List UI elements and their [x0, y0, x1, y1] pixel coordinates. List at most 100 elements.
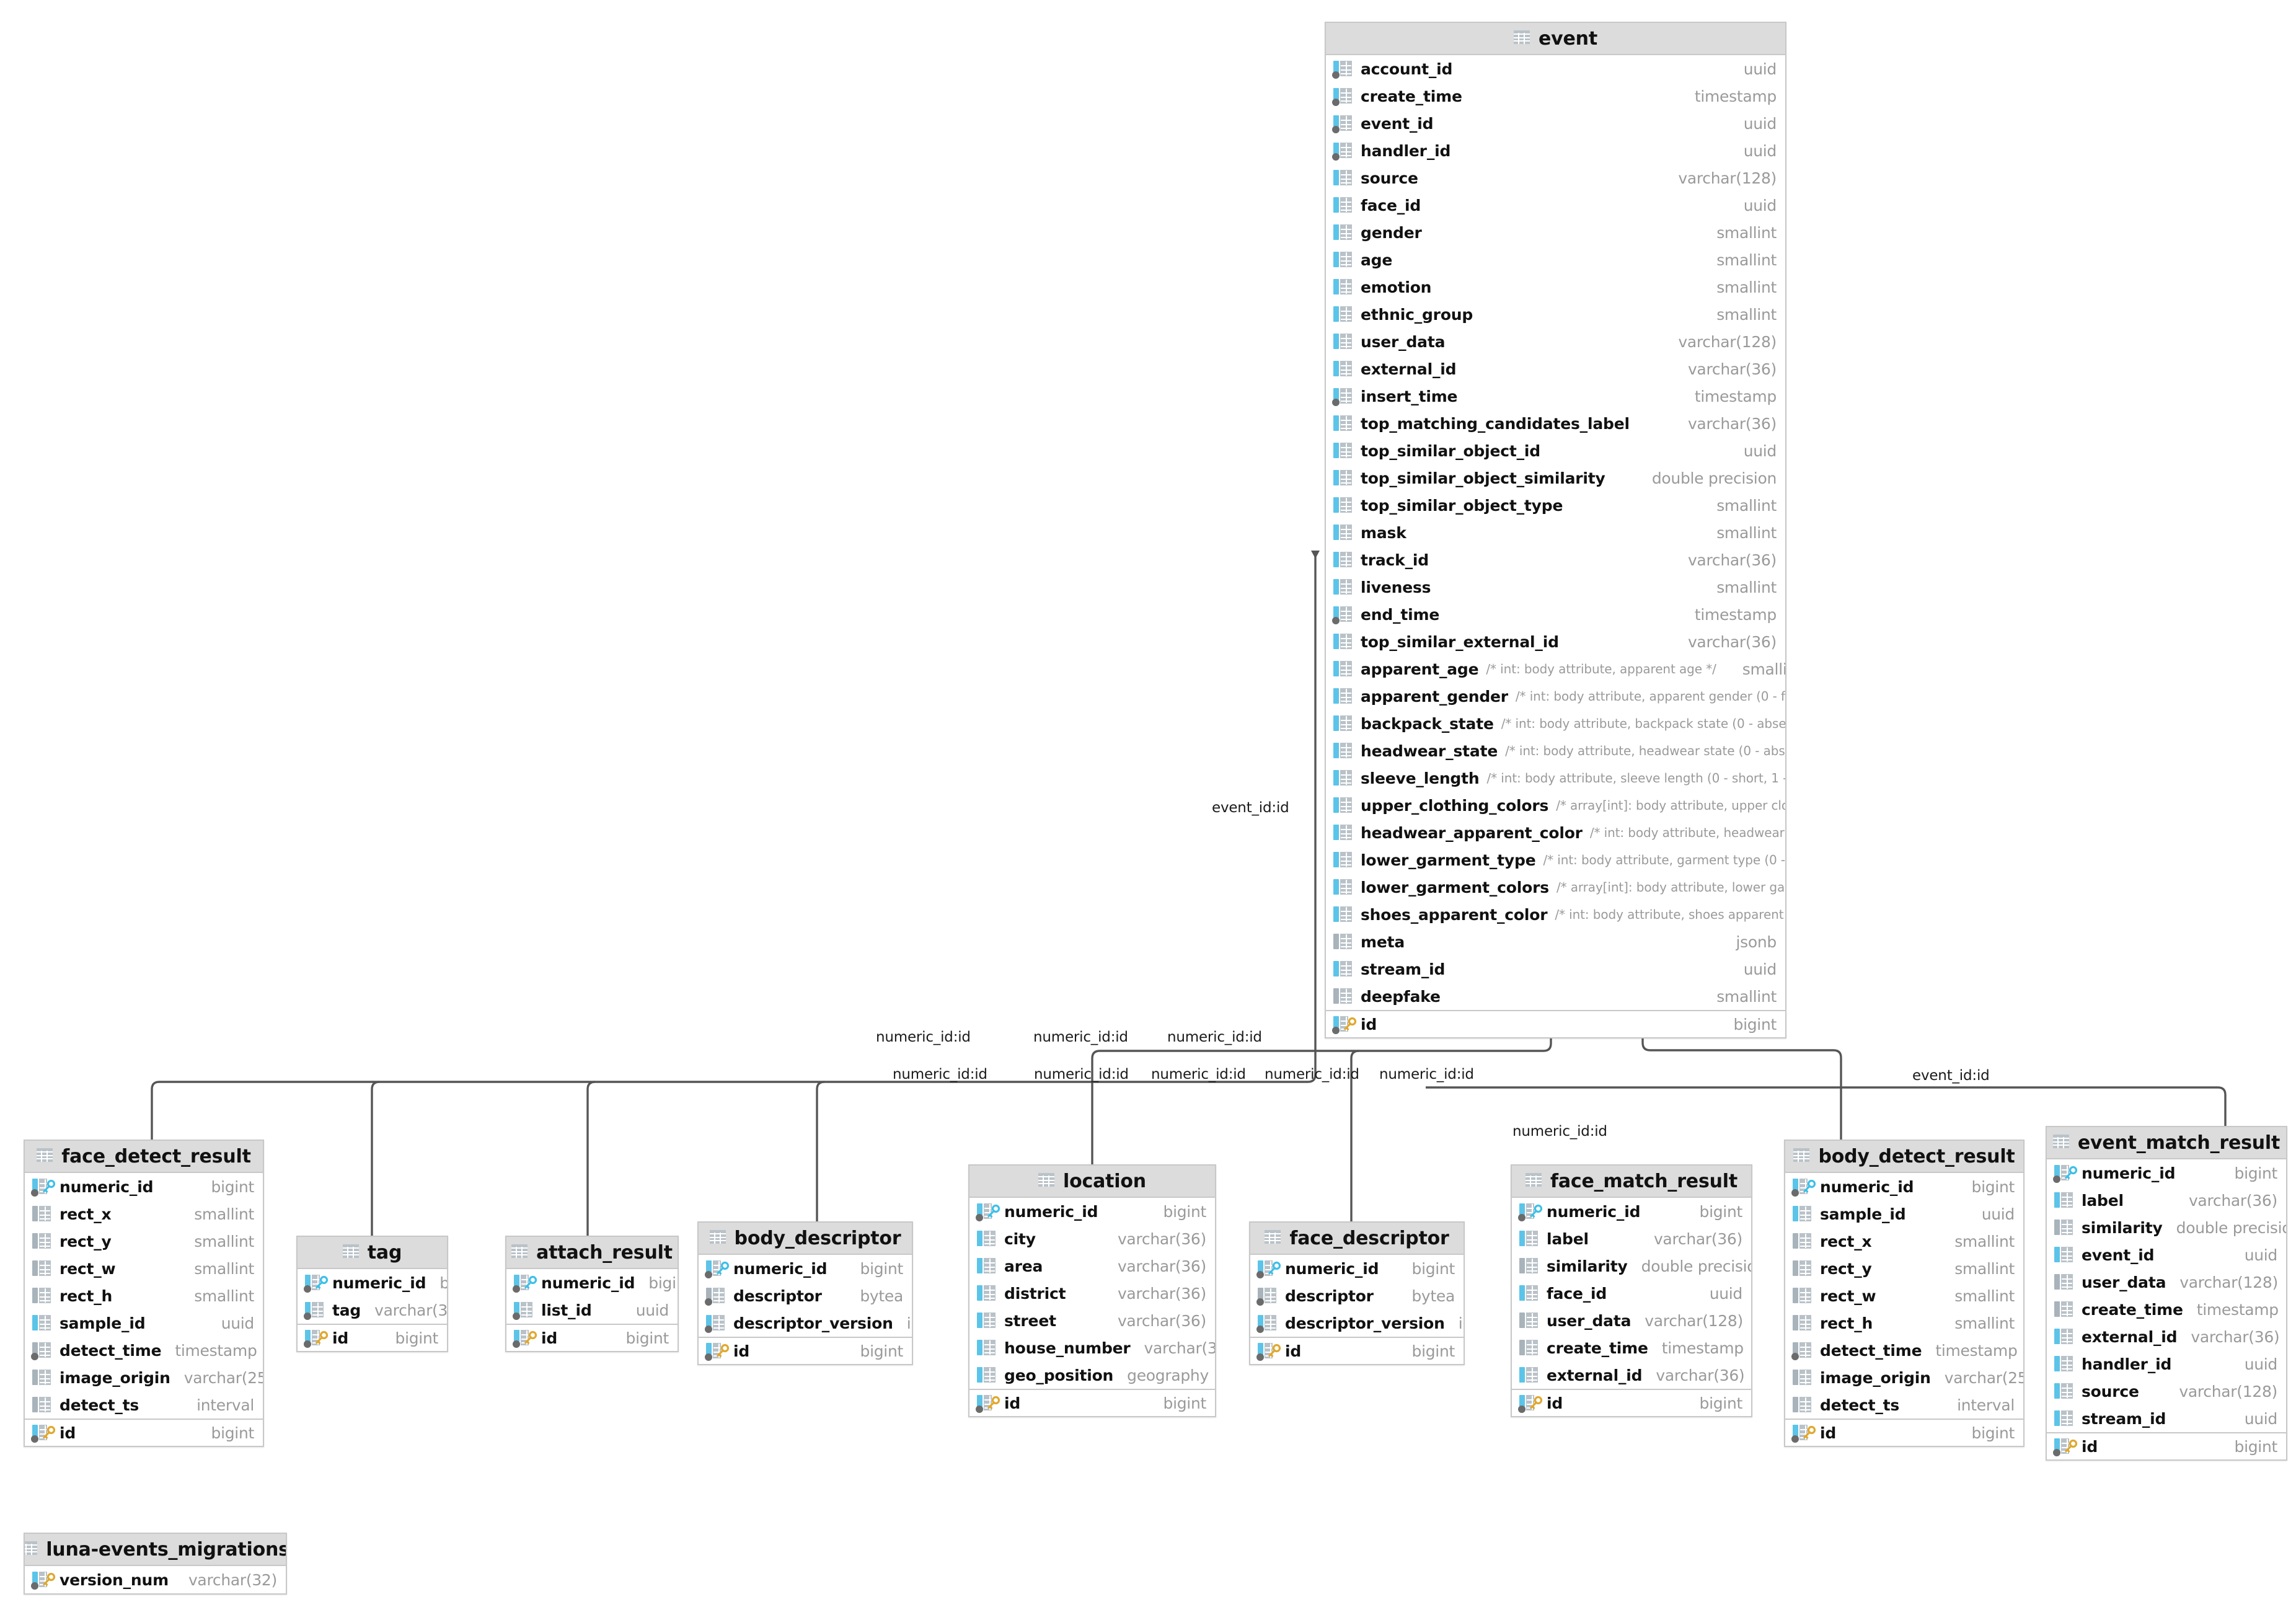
- table-face_descriptor[interactable]: face_descriptor numeric_id bigint descripto…: [1249, 1221, 1465, 1365]
- table-tag[interactable]: tagnumeric_idbiginttagvarchar(36)idbigin…: [296, 1236, 448, 1352]
- column-row-user_data[interactable]: user_data varchar(128): [1326, 328, 1785, 355]
- column-row-detect_ts[interactable]: detect_ts interval: [1785, 1391, 2023, 1419]
- column-row-rect_h[interactable]: rect_h smallint: [1785, 1309, 2023, 1337]
- column-row-rect_y[interactable]: rect_y smallint: [1785, 1255, 2023, 1282]
- table-attach_result[interactable]: attach_resultnumeric_idbigintlist_iduuid…: [505, 1236, 679, 1352]
- column-row-create_time[interactable]: create_time timestamp: [1326, 82, 1785, 110]
- column-row-numeric_id[interactable]: numeric_idbigint: [2047, 1159, 2286, 1187]
- column-row-face_id[interactable]: face_id uuid: [1326, 192, 1785, 219]
- column-row-event_id[interactable]: event_id uuid: [2047, 1241, 2286, 1268]
- column-row-headwear_state[interactable]: headwear_state /* int: body attribute, he…: [1326, 737, 1785, 764]
- table-header-location[interactable]: location: [969, 1166, 1215, 1198]
- column-row-account_id[interactable]: account_id uuid: [1326, 55, 1785, 82]
- column-row-insert_time[interactable]: insert_time timestamp: [1326, 383, 1785, 410]
- column-row-deepfake[interactable]: deepfake smallint: [1326, 983, 1785, 1010]
- column-row-numeric_id[interactable]: numeric_idbigint: [1250, 1255, 1464, 1282]
- table-header-attach_result[interactable]: attach_result: [506, 1237, 678, 1269]
- column-row-image_origin[interactable]: image_origin varchar(256): [25, 1364, 263, 1391]
- column-row-top_similar_object_type[interactable]: top_similar_object_type smallint: [1326, 492, 1785, 519]
- column-row-detect_time[interactable]: detect_time timestamp: [1785, 1337, 2023, 1364]
- column-row-rect_x[interactable]: rect_x smallint: [1785, 1228, 2023, 1255]
- column-row-age[interactable]: age smallint: [1326, 246, 1785, 273]
- table-header-event[interactable]: event: [1326, 23, 1785, 55]
- column-row-id[interactable]: id bigint: [2047, 1432, 2286, 1459]
- column-row-id[interactable]: id bigint: [1512, 1389, 1751, 1416]
- column-row-meta[interactable]: meta jsonb: [1326, 928, 1785, 955]
- table-event[interactable]: event account_id uuid create_time timestamp e…: [1325, 22, 1786, 1038]
- column-row-top_similar_object_id[interactable]: top_similar_object_id uuid: [1326, 437, 1785, 464]
- column-row-apparent_age[interactable]: apparent_age /* int: body attribute, appa…: [1326, 655, 1785, 683]
- column-row-id[interactable]: id bigint: [1785, 1419, 2023, 1446]
- column-row-user_data[interactable]: user_data varchar(128): [1512, 1307, 1751, 1334]
- column-row-numeric_id[interactable]: numeric_idbigint: [1785, 1173, 2023, 1200]
- column-row-numeric_id[interactable]: numeric_idbigint: [25, 1173, 263, 1200]
- column-row-face_id[interactable]: face_id uuid: [1512, 1280, 1751, 1307]
- column-row-track_id[interactable]: track_id varchar(36): [1326, 546, 1785, 573]
- column-row-area[interactable]: area varchar(36): [969, 1252, 1215, 1280]
- column-row-source[interactable]: source varchar(128): [2047, 1378, 2286, 1405]
- column-row-sample_id[interactable]: sample_id uuid: [1785, 1200, 2023, 1228]
- column-row-top_matching_candidates_label[interactable]: top_matching_candidates_label varchar(36): [1326, 410, 1785, 437]
- column-row-headwear_apparent_color[interactable]: headwear_apparent_color /* int: body attr…: [1326, 819, 1785, 846]
- column-row-gender[interactable]: gender smallint: [1326, 219, 1785, 246]
- table-face_match_result[interactable]: face_match_result numeric_id bigint label va…: [1511, 1164, 1752, 1417]
- column-row-upper_clothing_colors[interactable]: upper_clothing_colors /* array[int]: body…: [1326, 792, 1785, 819]
- column-row-numeric_id[interactable]: numeric_idbigint: [699, 1255, 912, 1282]
- column-row-similarity[interactable]: similarity double precision: [2047, 1214, 2286, 1241]
- table-body_detect_result[interactable]: body_detect_result numeric_id bigint sample…: [1784, 1140, 2024, 1447]
- column-row-descriptor[interactable]: descriptor bytea: [699, 1282, 912, 1309]
- column-row-backpack_state[interactable]: backpack_state /* int: body attribute, ba…: [1326, 710, 1785, 737]
- table-face_detect_result[interactable]: face_detect_result numeric_id bigint rect_x…: [24, 1140, 264, 1447]
- column-row-source[interactable]: source varchar(128): [1326, 164, 1785, 192]
- column-row-rect_x[interactable]: rect_x smallint: [25, 1200, 263, 1228]
- column-row-city[interactable]: city varchar(36): [969, 1225, 1215, 1252]
- column-row-apparent_gender[interactable]: apparent_gender /* int: body attribute, a…: [1326, 683, 1785, 710]
- table-header-face_match_result[interactable]: face_match_result: [1512, 1166, 1751, 1198]
- column-row-external_id[interactable]: external_id varchar(36): [1326, 355, 1785, 383]
- table-header-tag[interactable]: tag: [298, 1237, 447, 1269]
- column-row-descriptor[interactable]: descriptor bytea: [1250, 1282, 1464, 1309]
- column-row-rect_y[interactable]: rect_y smallint: [25, 1228, 263, 1255]
- column-row-external_id[interactable]: external_id varchar(36): [2047, 1323, 2286, 1350]
- table-luna_events_migrations[interactable]: luna-events_migrations version_num varchar…: [24, 1533, 287, 1595]
- column-row-top_similar_object_similarity[interactable]: top_similar_object_similarity double prec…: [1326, 464, 1785, 492]
- table-body_descriptor[interactable]: body_descriptor numeric_id bigint descripto…: [697, 1221, 913, 1365]
- column-row-sample_id[interactable]: sample_id uuid: [25, 1309, 263, 1337]
- column-row-create_time[interactable]: create_time timestamp: [1512, 1334, 1751, 1361]
- column-row-detect_time[interactable]: detect_time timestamp: [25, 1337, 263, 1364]
- column-row-similarity[interactable]: similarity double precision: [1512, 1252, 1751, 1280]
- column-row-stream_id[interactable]: stream_id uuid: [1326, 955, 1785, 983]
- column-row-rect_w[interactable]: rect_w smallint: [25, 1255, 263, 1282]
- column-row-label[interactable]: label varchar(36): [1512, 1225, 1751, 1252]
- table-header-luna_events_migrations[interactable]: luna-events_migrations: [25, 1534, 286, 1566]
- column-row-shoes_apparent_color[interactable]: shoes_apparent_color /* int: body attribu…: [1326, 901, 1785, 928]
- column-row-id[interactable]: id bigint: [506, 1324, 678, 1351]
- column-row-descriptor_version[interactable]: descriptor_version integer: [1250, 1309, 1464, 1337]
- column-row-handler_id[interactable]: handler_id uuid: [2047, 1350, 2286, 1378]
- column-row-liveness[interactable]: liveness smallint: [1326, 573, 1785, 601]
- column-row-lower_garment_type[interactable]: lower_garment_type /* int: body attribute…: [1326, 846, 1785, 874]
- column-row-numeric_id[interactable]: numeric_idbigint: [506, 1269, 678, 1296]
- column-row-numeric_id[interactable]: numeric_idbigint: [969, 1198, 1215, 1225]
- column-row-user_data[interactable]: user_data varchar(128): [2047, 1268, 2286, 1296]
- table-header-event_match_result[interactable]: event_match_result: [2047, 1127, 2286, 1159]
- column-row-stream_id[interactable]: stream_id uuid: [2047, 1405, 2286, 1432]
- column-row-id[interactable]: id bigint: [1326, 1010, 1785, 1037]
- table-header-face_detect_result[interactable]: face_detect_result: [25, 1141, 263, 1173]
- column-row-lower_garment_colors[interactable]: lower_garment_colors /* array[int]: body …: [1326, 874, 1785, 901]
- column-row-numeric_id[interactable]: numeric_idbigint: [298, 1269, 447, 1296]
- column-row-handler_id[interactable]: handler_id uuid: [1326, 137, 1785, 164]
- column-row-image_origin[interactable]: image_origin varchar(256): [1785, 1364, 2023, 1391]
- column-row-event_id[interactable]: event_id uuid: [1326, 110, 1785, 137]
- column-row-sleeve_length[interactable]: sleeve_length /* int: body attribute, sle…: [1326, 764, 1785, 792]
- column-row-detect_ts[interactable]: detect_ts interval: [25, 1391, 263, 1419]
- column-row-id[interactable]: id bigint: [298, 1324, 447, 1351]
- column-row-label[interactable]: label varchar(36): [2047, 1187, 2286, 1214]
- column-row-rect_w[interactable]: rect_w smallint: [1785, 1282, 2023, 1309]
- column-row-ethnic_group[interactable]: ethnic_group smallint: [1326, 301, 1785, 328]
- column-row-version_num[interactable]: version_num varchar(32): [25, 1566, 286, 1593]
- column-row-tag[interactable]: tag varchar(36): [298, 1296, 447, 1324]
- column-row-id[interactable]: id bigint: [969, 1389, 1215, 1416]
- column-row-numeric_id[interactable]: numeric_idbigint: [1512, 1198, 1751, 1225]
- table-header-body_detect_result[interactable]: body_detect_result: [1785, 1141, 2023, 1173]
